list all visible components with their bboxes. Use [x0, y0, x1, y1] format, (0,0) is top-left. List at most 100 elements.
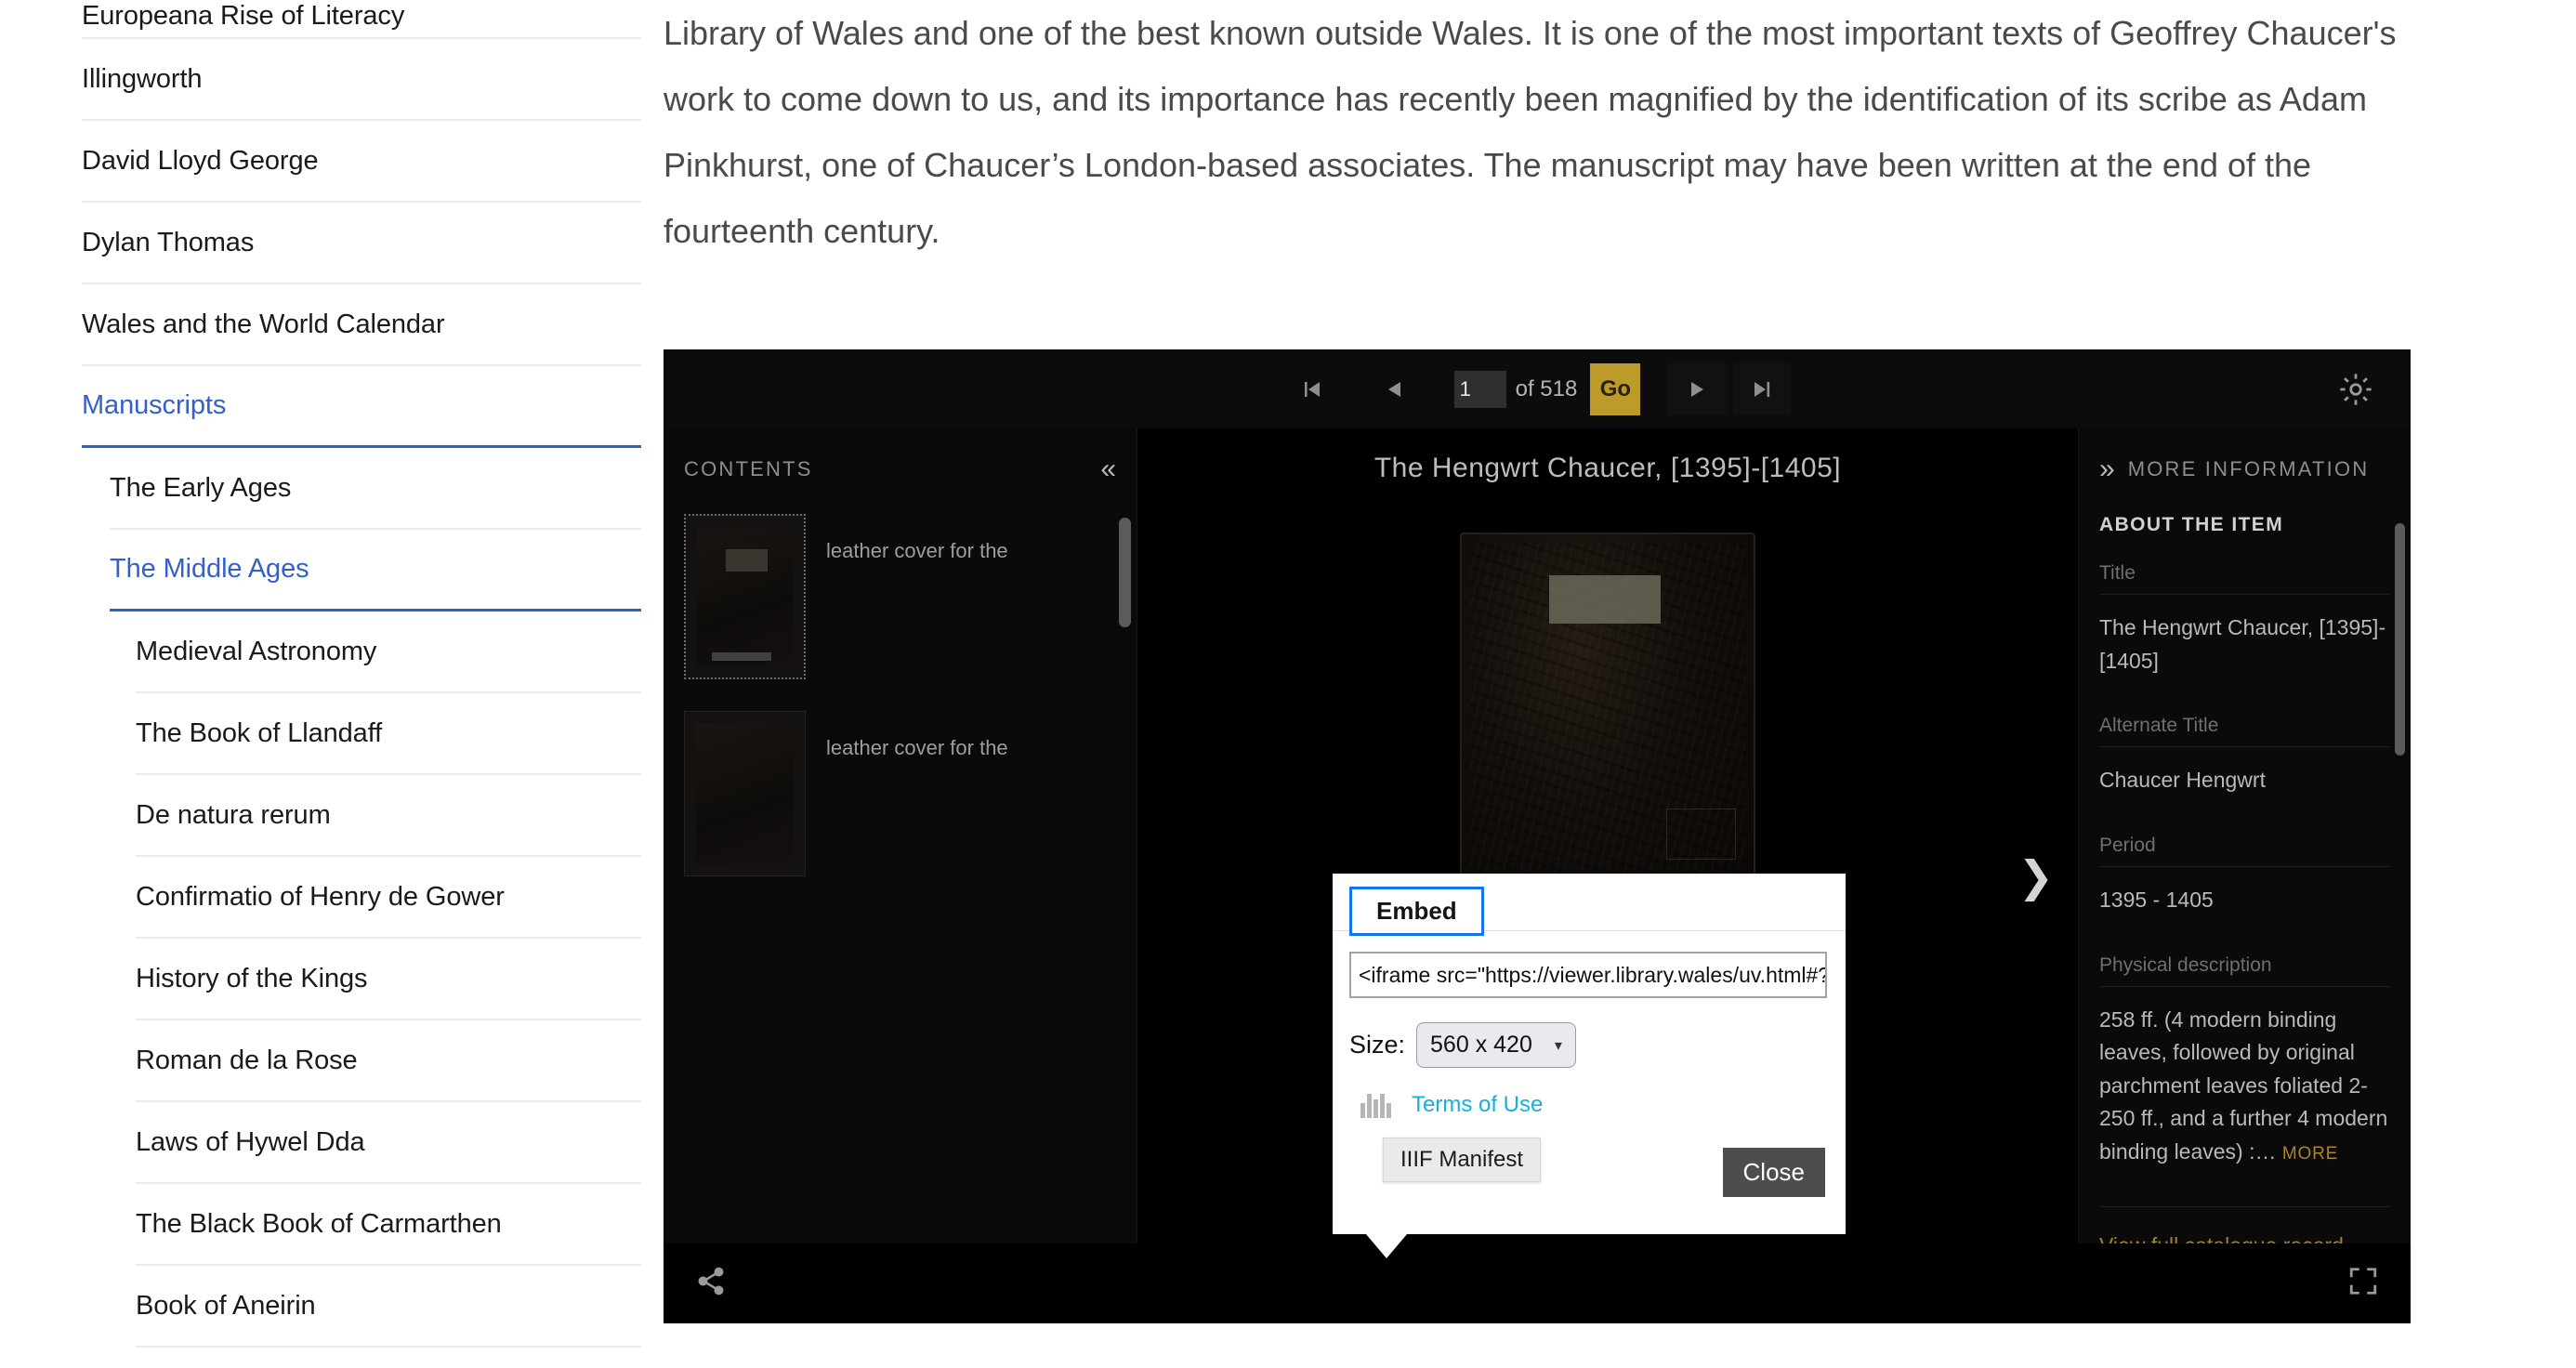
tab-embed[interactable]: Embed — [1349, 887, 1484, 936]
contents-thumbnail-list: leather cover for the leather cover for … — [664, 497, 1137, 876]
contents-panel: CONTENTS « leather cover for the leather… — [664, 428, 1137, 1323]
sidebar-item-the-black-book-of-carmarthen[interactable]: The Black Book of Carmarthen — [136, 1184, 641, 1266]
sidebar-item-medieval-astronomy[interactable]: Medieval Astronomy — [136, 612, 641, 693]
size-select-value: 560 x 420 — [1430, 1032, 1532, 1058]
contents-header: CONTENTS « — [664, 441, 1137, 497]
field-value-physical-description: 258 ff. (4 modern binding leaves, follow… — [2099, 1004, 2390, 1169]
sidebar-item-illingworth[interactable]: Illingworth — [82, 39, 641, 121]
thumbnail-label: leather cover for the — [826, 736, 1008, 759]
embed-tabbar: Embed — [1333, 874, 1846, 936]
terms-row: Terms of Use — [1360, 1092, 1846, 1118]
chevron-double-right-icon[interactable]: » — [2099, 455, 2115, 483]
sidebar-item-label: De natura rerum — [136, 799, 331, 830]
fullscreen-icon[interactable] — [2347, 1266, 2379, 1302]
thumbnail-plate — [725, 549, 769, 572]
embed-popup: Embed <iframe src="https://viewer.librar… — [1333, 874, 1846, 1258]
sidebar-item-the-early-ages[interactable]: The Early Ages — [110, 448, 641, 530]
viewer-toolbar: of 518 Go — [664, 349, 2411, 428]
main-content: Library of Wales and one of the best kno… — [641, 0, 2576, 1368]
gear-icon[interactable] — [2336, 370, 2375, 409]
sidebar-item-the-middle-ages[interactable]: The Middle Ages — [110, 530, 641, 612]
sidebar-item-label: Confirmatio of Henry de Gower — [136, 881, 505, 912]
page-root: Europeana Rise of Literacy Illingworth Dav… — [0, 0, 2576, 1368]
terms-of-use-link[interactable]: Terms of Use — [1412, 1092, 1543, 1118]
skip-to-first-icon[interactable] — [1283, 363, 1341, 415]
page-title: The Hengwrt Chaucer, [1395]-[1405] — [1373, 453, 1842, 483]
sidebar-item-roman-de-la-rose[interactable]: Roman de la Rose — [136, 1020, 641, 1102]
thumbnail-image — [697, 527, 793, 666]
sidebar-item-label: David Lloyd George — [82, 145, 319, 176]
info-header: » MORE INFORMATION — [2079, 441, 2411, 497]
sidebar-item-dylan-thomas[interactable]: Dylan Thomas — [82, 203, 641, 284]
info-scrollbar[interactable] — [2395, 523, 2405, 756]
total-pages-label: of 518 — [1515, 375, 1578, 401]
sidebar-item-label: Dylan Thomas — [82, 227, 255, 257]
more-information-panel: » MORE INFORMATION ABOUT THE ITEM Title … — [2078, 428, 2411, 1323]
manuscript-label-plate — [1549, 574, 1661, 624]
sidebar-item-the-book-of-llandaff[interactable]: The Book of Llandaff — [136, 693, 641, 775]
contents-scrollbar[interactable] — [1119, 518, 1131, 627]
sidebar-item-label: Wales and the World Calendar — [82, 309, 445, 339]
sidebar-item-label: Medieval Astronomy — [136, 636, 377, 666]
field-value-title: The Hengwrt Chaucer, [1395]-[1405] — [2099, 615, 2386, 673]
sidebar-item-label: History of the Kings — [136, 963, 368, 993]
next-page-icon[interactable] — [1668, 362, 1727, 415]
sidebar-item-manuscripts[interactable]: Manuscripts — [82, 366, 641, 448]
field-label-period: Period — [2099, 835, 2390, 867]
sidebar-item-label: The Early Ages — [110, 472, 292, 503]
sidebar-item-label: Manuscripts — [82, 390, 227, 421]
about-the-item-heading: ABOUT THE ITEM — [2099, 514, 2284, 535]
thumbnail-selected[interactable] — [684, 514, 806, 679]
field-label-physical-description: Physical description — [2099, 954, 2390, 987]
thumbnail-filmstrip — [712, 652, 772, 661]
sidebar-item-history-of-the-kings[interactable]: History of the Kings — [136, 939, 641, 1020]
sidebar-item-label: Europeana Rise of Literacy — [82, 1, 405, 31]
sidebar-item-david-lloyd-george[interactable]: David Lloyd George — [82, 121, 641, 203]
sidebar-item-label: Laws of Hywel Dda — [136, 1126, 365, 1157]
field-label-title: Title — [2099, 562, 2390, 595]
chevron-down-icon: ▾ — [1554, 1037, 1562, 1054]
manuscript-corner-detail — [1665, 808, 1737, 861]
pagination-controls: of 518 Go — [1283, 362, 1792, 415]
contents-title: CONTENTS — [684, 457, 813, 480]
chevron-right-icon[interactable]: ❯ — [2017, 855, 2054, 898]
list-item[interactable]: leather cover for the — [684, 711, 1116, 876]
previous-page-icon[interactable] — [1365, 363, 1423, 415]
sidebar-item-de-natura-rerum[interactable]: De natura rerum — [136, 775, 641, 857]
info-fields: ABOUT THE ITEM Title The Hengwrt Chaucer… — [2079, 514, 2411, 1258]
sidebar-item-label: Book of Aneirin — [136, 1290, 316, 1321]
viewer-bottom-bar — [664, 1243, 2411, 1323]
thumbnail[interactable] — [684, 711, 806, 876]
sidebar-item-confirmatio-of-henry-de-gower[interactable]: Confirmatio of Henry de Gower — [136, 857, 641, 939]
size-label: Size: — [1349, 1031, 1406, 1059]
chevron-double-left-icon[interactable]: « — [1100, 455, 1116, 483]
iiif-logo-icon — [1360, 1092, 1391, 1118]
sidebar-item-hendregadredd-manuscript[interactable]: Hendregadredd Manuscript — [136, 1348, 641, 1368]
more-link[interactable]: MORE — [2282, 1144, 2338, 1164]
field-value-alternate-title: Chaucer Hengwrt — [2099, 768, 2266, 793]
sidebar-item-label: Illingworth — [82, 63, 203, 94]
go-button[interactable]: Go — [1590, 362, 1641, 415]
thumbnail-label: leather cover for the — [826, 539, 1008, 562]
page-number-input[interactable] — [1453, 370, 1506, 408]
skip-to-last-icon[interactable] — [1733, 362, 1792, 415]
share-icon[interactable] — [695, 1266, 727, 1302]
thumbnail-image — [696, 723, 794, 864]
manuscript-image[interactable] — [1460, 533, 1755, 906]
article-paragraph: Library of Wales and one of the best kno… — [664, 14, 2397, 250]
size-select[interactable]: 560 x 420 ▾ — [1416, 1022, 1576, 1068]
sidebar-item-wales-and-the-world-calendar[interactable]: Wales and the World Calendar — [82, 284, 641, 366]
sidebar-item-label: The Middle Ages — [110, 554, 309, 585]
sidebar-navigation: Europeana Rise of Literacy Illingworth Dav… — [0, 0, 641, 1368]
embed-size-row: Size: 560 x 420 ▾ — [1349, 1022, 1846, 1068]
close-button[interactable]: Close — [1722, 1148, 1825, 1197]
list-item[interactable]: leather cover for the — [684, 514, 1116, 679]
embed-code-input[interactable]: <iframe src="https://viewer.library.wale… — [1349, 952, 1827, 998]
sidebar-item-label: The Black Book of Carmarthen — [136, 1208, 502, 1239]
sidebar-item-label: Roman de la Rose — [136, 1045, 358, 1075]
physical-description-text: 258 ff. (4 modern binding leaves, follow… — [2099, 1006, 2388, 1164]
sidebar-item-laws-of-hywel-dda[interactable]: Laws of Hywel Dda — [136, 1102, 641, 1184]
iiif-manifest-button[interactable]: IIIF Manifest — [1383, 1138, 1542, 1182]
sidebar-item-book-of-aneirin[interactable]: Book of Aneirin — [136, 1266, 641, 1348]
sidebar-item-europeana-rise-of-literacy[interactable]: Europeana Rise of Literacy — [82, 0, 641, 39]
